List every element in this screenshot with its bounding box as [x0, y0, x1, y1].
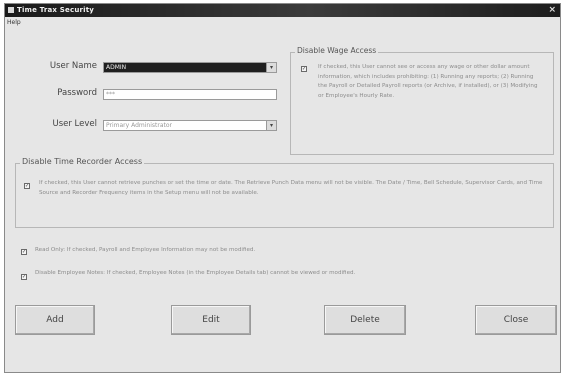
wage-access-checkbox[interactable]: ✓: [301, 66, 307, 72]
time-recorder-description: If checked, this User cannot retrieve pu…: [39, 180, 543, 196]
user-name-value: ADMIN: [106, 64, 127, 71]
password-field[interactable]: ***: [103, 89, 277, 100]
chevron-down-icon[interactable]: ▾: [266, 63, 276, 72]
window-title: Time Trax Security: [17, 6, 95, 14]
delete-button[interactable]: Delete: [324, 305, 406, 335]
title-bar[interactable]: Time Trax Security ×: [5, 4, 560, 17]
chevron-down-icon[interactable]: ▾: [266, 121, 276, 130]
user-level-label: User Level: [52, 119, 97, 129]
add-button[interactable]: Add: [15, 305, 95, 335]
window-icon: [8, 7, 14, 13]
close-window-icon[interactable]: ×: [548, 4, 556, 17]
password-value: ***: [106, 91, 115, 98]
menu-help[interactable]: Help: [7, 19, 21, 26]
wage-access-title: Disable Wage Access: [295, 46, 379, 55]
disable-notes-checkbox[interactable]: ✓: [21, 274, 27, 280]
user-name-select[interactable]: ADMIN ▾: [103, 62, 277, 73]
user-level-value: Primary Administrator: [106, 122, 172, 129]
close-button[interactable]: Close: [475, 305, 557, 335]
security-window: Time Trax Security × Help User Name ADMI…: [4, 3, 561, 373]
edit-button[interactable]: Edit: [171, 305, 251, 335]
password-label: Password: [57, 88, 97, 98]
time-recorder-checkbox[interactable]: ✓: [24, 183, 30, 189]
wage-access-group: Disable Wage Access ✓ If checked, this U…: [290, 46, 554, 155]
disable-notes-description: Disable Employee Notes: If checked, Empl…: [35, 270, 356, 276]
time-recorder-title: Disable Time Recorder Access: [20, 157, 145, 166]
wage-access-description: If checked, this User cannot see or acce…: [318, 64, 538, 99]
user-level-select[interactable]: Primary Administrator ▾: [103, 120, 277, 131]
menu-bar: Help: [7, 17, 21, 28]
read-only-description: Read Only: If checked, Payroll and Emplo…: [35, 247, 256, 253]
user-name-label: User Name: [49, 61, 97, 71]
read-only-checkbox[interactable]: ✓: [21, 249, 27, 255]
time-recorder-group: Disable Time Recorder Access ✓ If checke…: [15, 157, 554, 228]
